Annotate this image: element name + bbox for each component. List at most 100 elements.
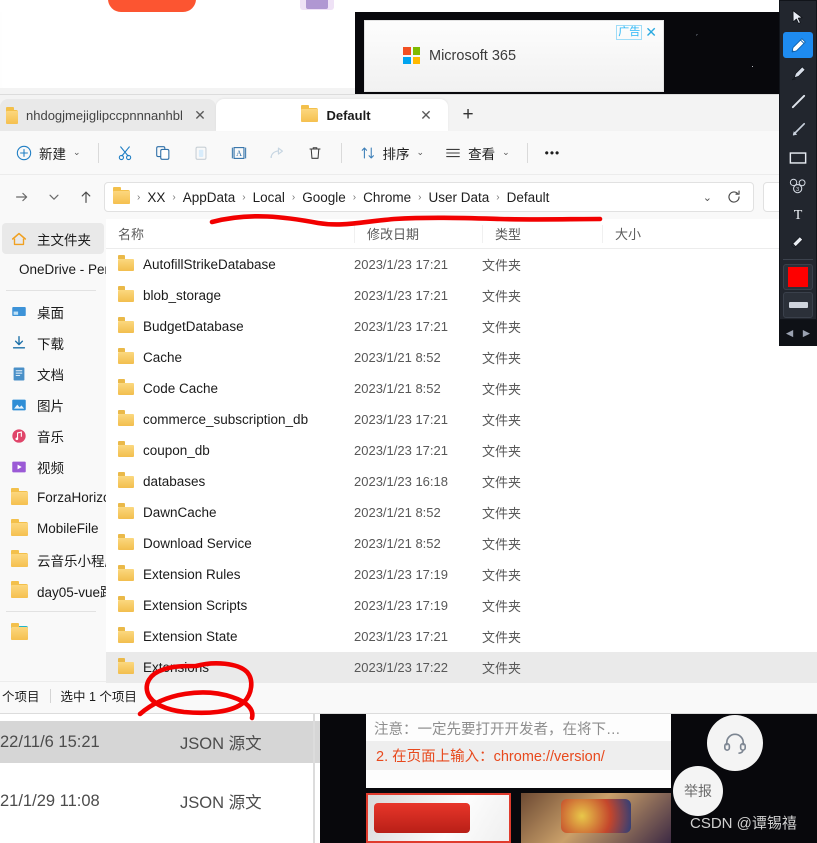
back-button[interactable] <box>8 183 36 211</box>
table-row[interactable]: DawnCache 2023/1/21 8:52 文件夹 <box>106 497 817 528</box>
article-thumbnail-game[interactable] <box>521 793 671 843</box>
eraser-icon <box>790 236 803 249</box>
table-row[interactable]: databases 2023/1/23 16:18 文件夹 <box>106 466 817 497</box>
arrow-tool-button[interactable] <box>783 116 813 142</box>
new-button[interactable]: 新建 ⌄ <box>6 137 90 169</box>
line-width-button[interactable] <box>783 291 813 319</box>
text-tool-button[interactable]: T <box>783 201 813 227</box>
table-row[interactable]: coupon_db 2023/1/23 17:21 文件夹 <box>106 435 817 466</box>
sidebar-item-label: 视频 <box>37 460 64 476</box>
sidebar-item-mobilefile[interactable]: MobileFile <box>2 513 104 544</box>
table-row[interactable]: Cache 2023/1/21 8:52 文件夹 <box>106 342 817 373</box>
sidebar-item-home[interactable]: 主文件夹 <box>2 223 104 254</box>
svg-text:3: 3 <box>796 187 799 193</box>
breadcrumb-item-user-data[interactable]: User Data <box>424 188 493 207</box>
breadcrumb-item-chrome[interactable]: Chrome <box>359 188 415 207</box>
chevron-down-icon <box>49 194 59 200</box>
sidebar-item-downloads[interactable]: 下载 <box>2 327 152 358</box>
support-fab-button[interactable] <box>707 715 763 771</box>
redo-arrow-icon[interactable]: ► <box>801 326 813 340</box>
column-header-size[interactable]: 大小 <box>602 224 692 243</box>
undo-arrow-icon[interactable]: ◄ <box>784 326 796 340</box>
explorer-tab-active[interactable]: Default ✕ <box>216 99 448 131</box>
table-row[interactable]: commerce_subscription_db 2023/1/23 17:21 文… <box>106 404 817 435</box>
table-row[interactable]: Download Service 2023/1/21 8:52 文件夹 <box>106 528 817 559</box>
breadcrumb-item-google[interactable]: Google <box>298 188 350 207</box>
table-row[interactable]: Code Cache 2023/1/21 8:52 文件夹 <box>106 373 817 404</box>
plus-circle-icon <box>16 145 32 160</box>
delete-button[interactable] <box>297 137 333 169</box>
file-type-cell: 文件夹 <box>482 599 522 614</box>
paste-button[interactable] <box>183 137 219 169</box>
table-row[interactable]: AutofillStrikeDatabase 2023/1/23 17:21 文件夹 <box>106 249 817 280</box>
file-name-cell: Download Service <box>106 534 354 551</box>
sidebar-item-documents[interactable]: 文档 <box>2 358 152 389</box>
table-row-selected[interactable]: Extensions 2023/1/23 17:22 文件夹 <box>106 652 817 683</box>
sidebar-item-desktop[interactable]: 桌面 <box>2 296 152 327</box>
marker-tool-button[interactable] <box>783 60 813 86</box>
table-row[interactable]: BudgetDatabase 2023/1/23 17:21 文件夹 <box>106 311 817 342</box>
file-type-cell: 文件夹 <box>482 475 522 490</box>
background-row-selected[interactable]: 22/11/6 15:21 JSON 源文 <box>0 721 320 763</box>
step-number-tool-button[interactable]: 3 <box>783 173 813 199</box>
file-name-label: Cache <box>143 350 183 365</box>
sidebar-item-yunyinyue[interactable]: 云音乐小程序视 <box>2 544 132 575</box>
breadcrumb-item-xx[interactable]: XX <box>143 188 169 207</box>
refresh-icon[interactable] <box>721 188 747 206</box>
explorer-tab-inactive[interactable]: nhdogjmejiglipccpnnnanhbled ✕ <box>0 99 216 131</box>
close-icon[interactable]: ✕ <box>645 25 657 39</box>
color-swatch-button[interactable] <box>783 263 813 290</box>
pencil-tool-button[interactable] <box>783 32 813 59</box>
cut-button[interactable] <box>107 137 143 169</box>
folder-icon <box>6 106 18 124</box>
sidebar-item-forzahorizon5[interactable]: ForzaHorizon5 <box>2 482 126 513</box>
table-row[interactable]: blob_storage 2023/1/23 17:21 文件夹 <box>106 280 817 311</box>
column-header-type[interactable]: 类型 <box>482 224 602 243</box>
article-thumbnail-drill[interactable] <box>366 793 511 843</box>
up-button[interactable] <box>72 183 100 211</box>
more-button[interactable]: ••• <box>536 137 570 169</box>
cursor-tool-button[interactable] <box>783 4 813 30</box>
eraser-tool-button[interactable] <box>783 229 813 255</box>
sidebar-item-partial[interactable] <box>2 617 104 648</box>
copy-button[interactable] <box>145 137 181 169</box>
column-header-name[interactable]: 名称 <box>106 225 354 243</box>
background-orange-button[interactable] <box>108 0 196 12</box>
ad-close-group[interactable]: 广告 ✕ <box>616 25 657 40</box>
table-row[interactable]: Extension State 2023/1/23 17:21 文件夹 <box>106 621 817 652</box>
file-date-cell: 2023/1/23 17:19 <box>354 567 448 582</box>
background-column-divider <box>313 714 315 843</box>
file-date-cell: 2023/1/21 8:52 <box>354 381 441 396</box>
breadcrumb-item-local[interactable]: Local <box>249 188 289 207</box>
background-row[interactable]: 21/1/29 11:08 JSON 源文 <box>0 780 320 822</box>
arrow-up-icon <box>81 191 91 203</box>
chevron-down-icon[interactable]: ⌄ <box>696 191 719 204</box>
breadcrumb[interactable]: › XX › AppData › Local › Google › Chrome… <box>104 182 754 212</box>
table-row[interactable]: Extension Scripts 2023/1/23 17:19 文件夹 <box>106 590 817 621</box>
breadcrumb-item-appdata[interactable]: AppData <box>179 188 240 207</box>
rectangle-tool-button[interactable] <box>783 145 813 171</box>
report-fab-button[interactable]: 举报 <box>673 766 723 816</box>
sidebar-item-day05-vue[interactable]: day05-vue路由 <box>2 575 127 606</box>
tab-close-icon[interactable]: ✕ <box>416 107 436 124</box>
breadcrumb-item-default[interactable]: Default <box>503 188 554 207</box>
sidebar-item-music[interactable]: 音乐 <box>2 420 152 451</box>
share-button[interactable] <box>259 137 295 169</box>
folder-icon <box>118 410 134 426</box>
microsoft-365-ad[interactable]: 广告 ✕ Microsoft 365 <box>364 20 664 92</box>
column-header-date[interactable]: 修改日期 <box>354 224 482 243</box>
sort-button[interactable]: 排序 ⌄ <box>350 137 434 169</box>
sidebar-item-pictures[interactable]: 图片 <box>2 389 152 420</box>
sidebar-item-videos[interactable]: 视频 <box>2 451 152 482</box>
table-row[interactable]: Extension Rules 2023/1/23 17:19 文件夹 <box>106 559 817 590</box>
sidebar-item-onedrive[interactable]: OneDrive - Per <box>2 254 109 285</box>
tab-close-icon[interactable]: ✕ <box>190 107 210 124</box>
line-tool-button[interactable] <box>783 88 813 114</box>
recent-locations-button[interactable] <box>40 183 68 211</box>
video-icon <box>12 461 26 472</box>
rename-button[interactable]: A <box>221 137 257 169</box>
file-date-cell: 2023/1/23 17:21 <box>354 288 448 303</box>
view-button[interactable]: 查看 ⌄ <box>435 137 519 169</box>
file-list: 名称 修改日期 类型 大小 ⌃ AutofillStrikeDatabase 20… <box>106 217 817 683</box>
new-tab-button[interactable]: + <box>448 99 488 131</box>
